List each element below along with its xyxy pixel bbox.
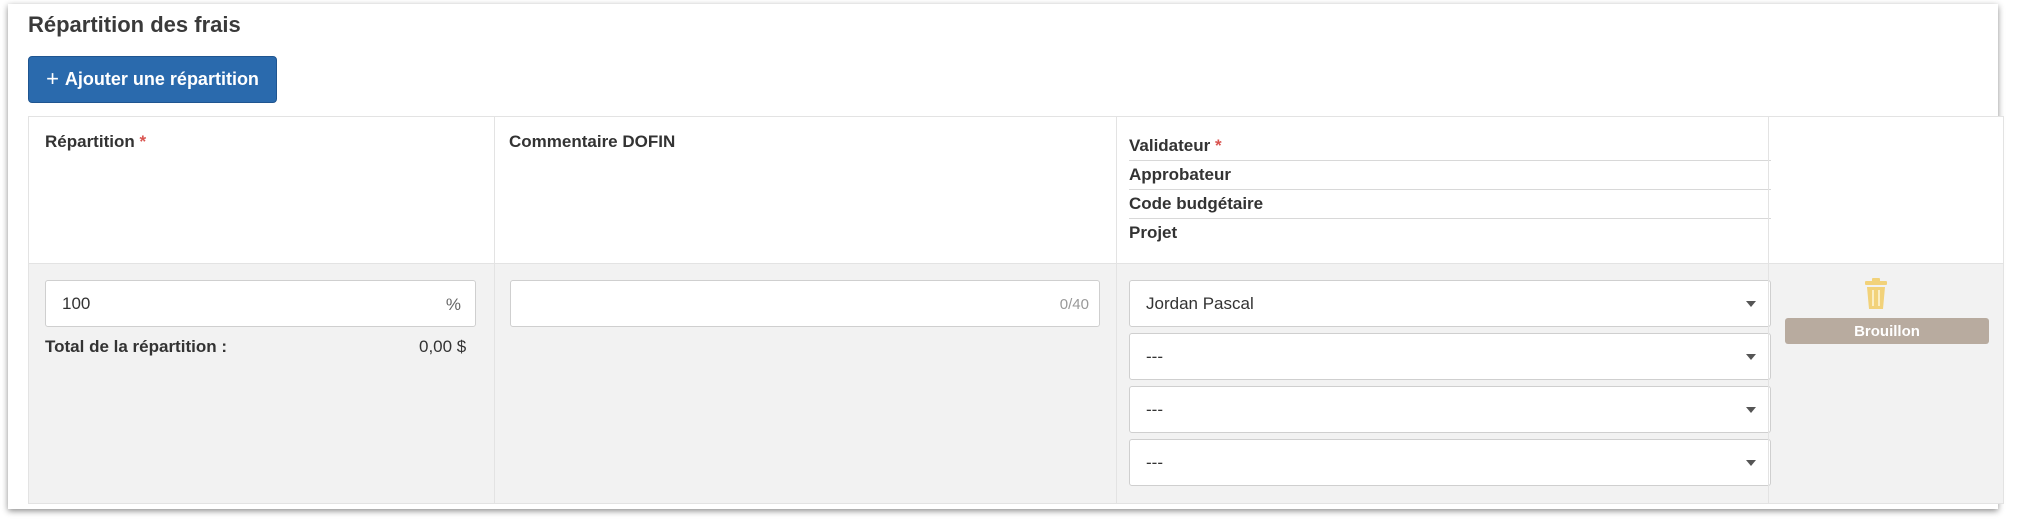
column-divider [494,117,495,503]
repartition-value: 100 [62,294,91,313]
header-code-budgetaire: Code budgétaire [1129,190,1771,219]
total-label: Total de la répartition : [45,337,227,356]
comment-input[interactable]: 0/40 [510,280,1100,327]
allocation-table: Répartition * Commentaire DOFIN Validate… [28,116,2004,504]
chevron-down-icon [1746,460,1756,466]
total-value: 0,00 $ [419,337,467,356]
header-repartition: Répartition * [45,132,146,152]
header-approbateur: Approbateur [1129,161,1771,190]
plus-icon: + [46,65,59,91]
validateur-select[interactable]: Jordan Pascal [1129,280,1771,327]
approbateur-select[interactable]: --- [1129,333,1771,380]
header-projet: Projet [1129,223,1178,242]
header-validateur: Validateur * [1129,132,1771,161]
repartition-input[interactable]: 100 % [45,280,476,327]
header-validateur-label: Validateur [1129,136,1211,155]
chevron-down-icon [1746,407,1756,413]
column-divider [1116,117,1117,503]
approbateur-value: --- [1146,347,1163,366]
section-title: Répartition des frais [28,12,241,37]
comment-char-counter: 0/40 [1059,296,1089,313]
code-budgetaire-select[interactable]: --- [1129,386,1771,433]
status-badge: Brouillon [1785,318,1989,344]
header-repartition-label: Répartition [45,132,135,151]
required-mark: * [139,132,147,151]
add-allocation-button[interactable]: + Ajouter une répartition [28,56,277,103]
table-header-row: Répartition * Commentaire DOFIN Validate… [29,117,2003,264]
expense-allocation-panel: Répartition des frais + Ajouter une répa… [8,4,2004,509]
required-mark: * [1215,136,1222,155]
header-stack: Validateur * Approbateur Code budgétaire… [1129,132,1771,248]
header-commentaire: Commentaire DOFIN [509,132,676,151]
trash-icon[interactable] [1863,278,1889,310]
code-budgetaire-value: --- [1146,400,1163,419]
validateur-value: Jordan Pascal [1146,294,1254,313]
projet-select[interactable]: --- [1129,439,1771,486]
chevron-down-icon [1746,354,1756,360]
table-row: 100 % Total de la répartition : 0,00 $ 0… [29,264,2003,503]
projet-value: --- [1146,453,1163,472]
percent-suffix: % [445,295,461,314]
column-divider [1768,117,1769,503]
chevron-down-icon [1746,301,1756,307]
add-allocation-label: Ajouter une répartition [64,69,259,89]
